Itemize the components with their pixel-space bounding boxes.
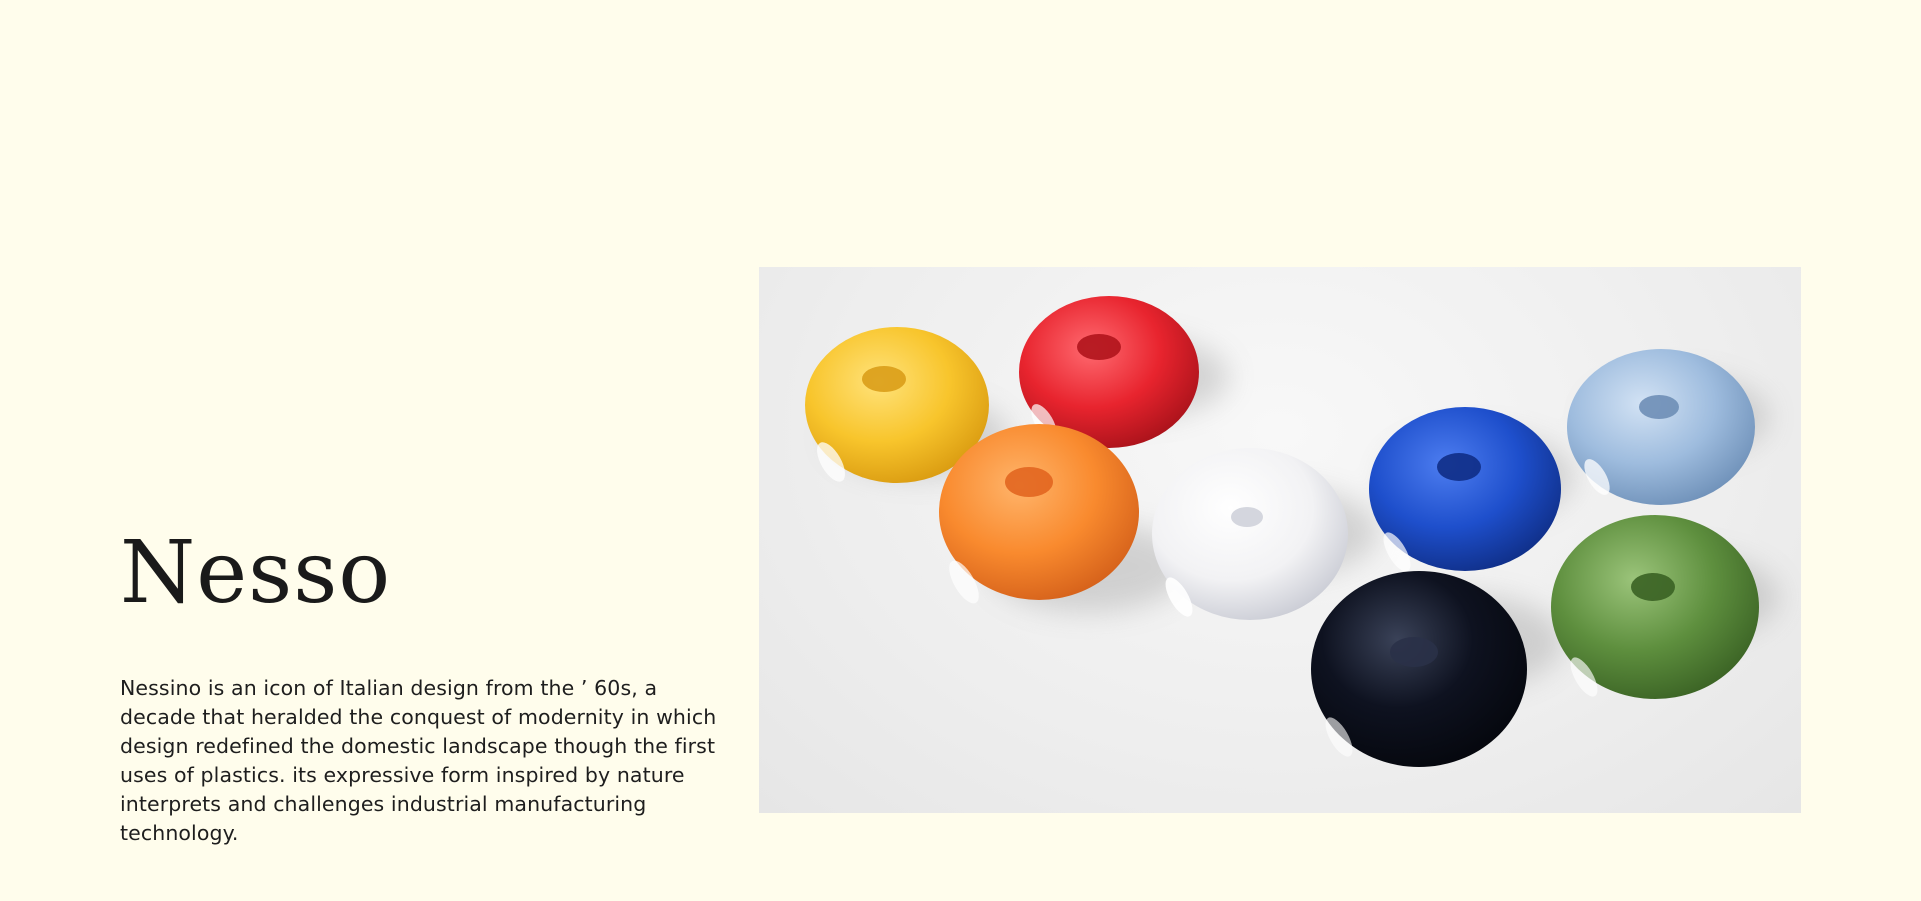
- green-nesso-lamp: [1551, 515, 1759, 699]
- product-title: Nesso: [120, 523, 392, 623]
- light-blue-nesso-lamp: [1567, 349, 1755, 505]
- product-photo: [759, 267, 1801, 813]
- product-photo-illustration: [805, 296, 1779, 767]
- black-nesso-lamp: [1311, 571, 1527, 767]
- product-page: Nesso Nessino is an icon of Italian desi…: [0, 0, 1921, 901]
- product-description: Nessino is an icon of Italian design fro…: [120, 676, 717, 845]
- product-info: Nesso Nessino is an icon of Italian desi…: [120, 530, 730, 848]
- white-nesso-lamp: [1152, 448, 1348, 620]
- blue-nesso-lamp: [1369, 407, 1561, 572]
